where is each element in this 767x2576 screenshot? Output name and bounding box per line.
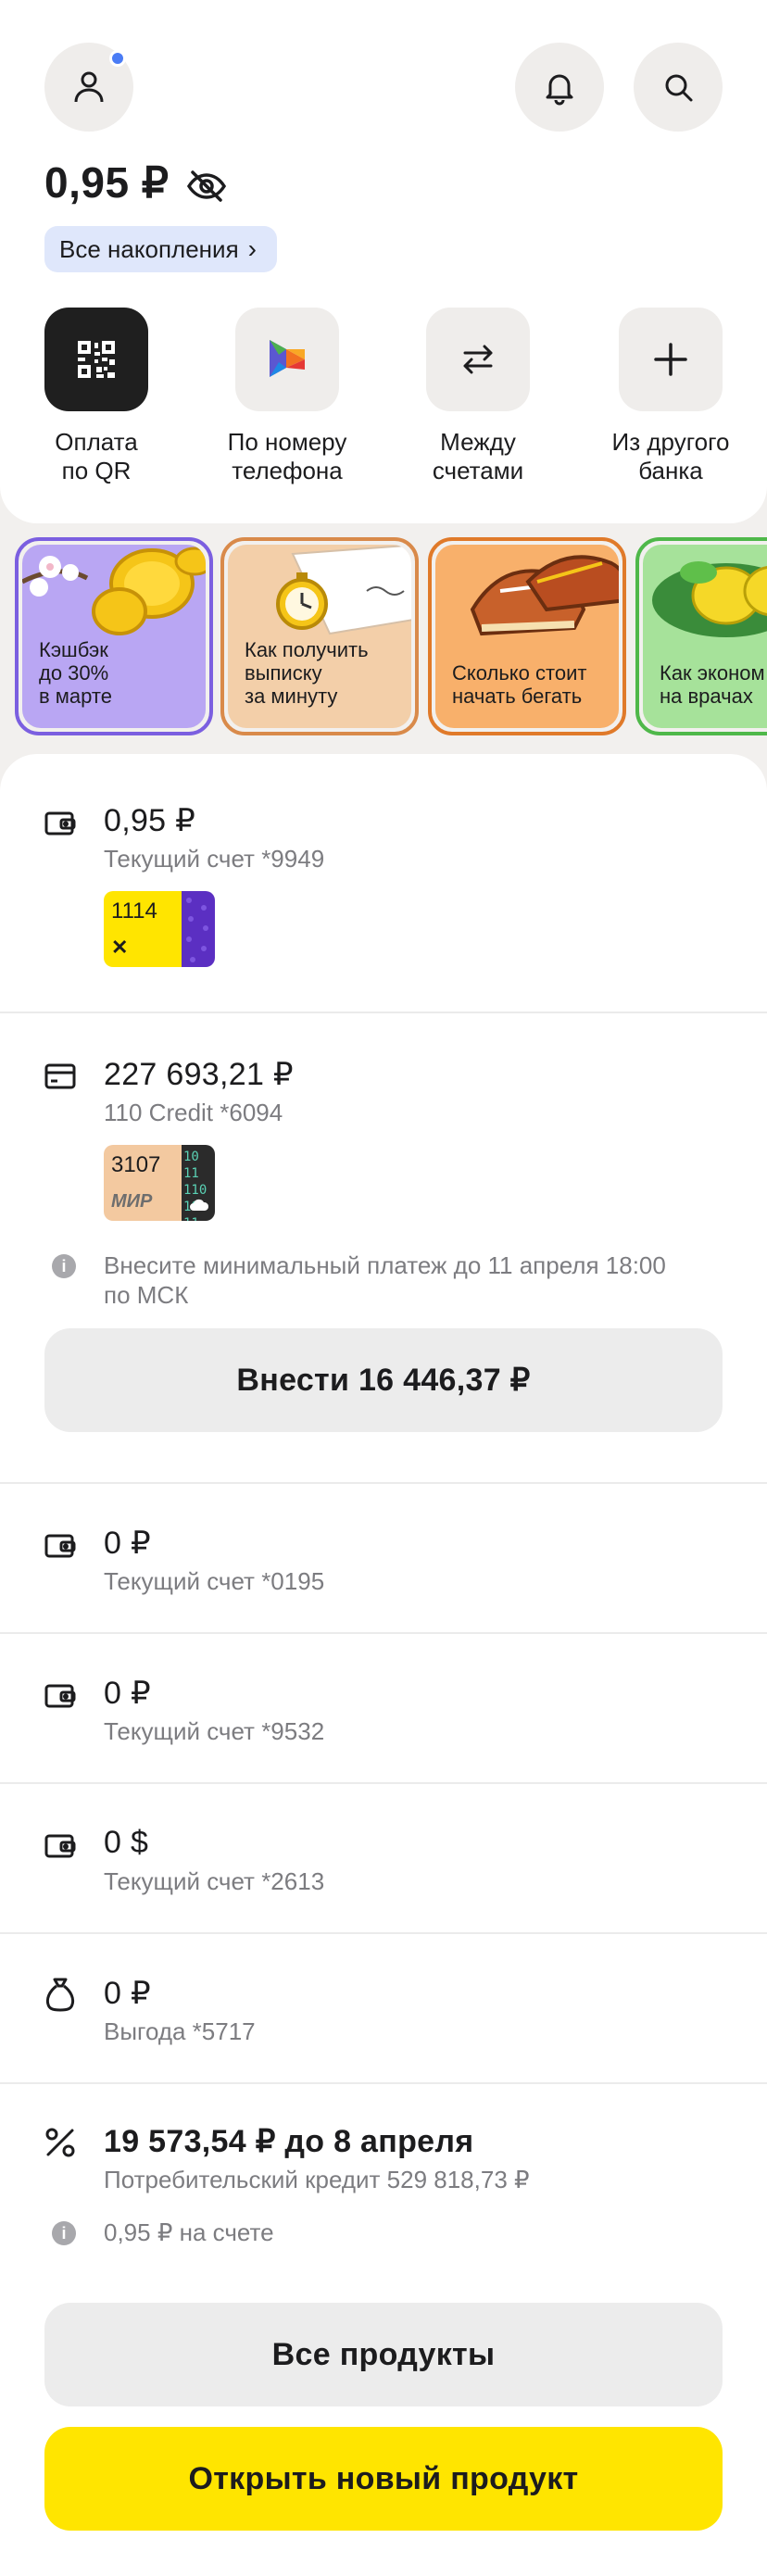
pay-by-qr-label: Оплата по QR: [55, 428, 138, 484]
credit-card-icon: [44, 1063, 76, 1089]
notifications-button[interactable]: [515, 43, 604, 132]
stories-carousel: Кэшбэк до 30% в марте Как получить выпис…: [0, 537, 767, 739]
notification-dot: [109, 50, 126, 67]
qr-code-icon: [78, 341, 115, 378]
account-amount: 0,95 ₽: [104, 803, 196, 838]
eye-hidden-icon[interactable]: [185, 165, 228, 207]
wallet-icon: [44, 1534, 76, 1558]
loan-balance-text: 0,95 ₽ на счете: [104, 2218, 274, 2246]
cloud-icon: [190, 1199, 209, 1211]
chevron-right-icon: ›: [247, 234, 257, 263]
from-other-bank-action[interactable]: Из другого банка: [578, 308, 763, 485]
mir-logo: МИР: [111, 1191, 153, 1212]
divider: [0, 2082, 767, 2084]
story-cashback-title: Кэшбэк до 30% в марте: [39, 638, 112, 708]
total-balance: 0,95 ₽: [44, 158, 170, 207]
min-payment-text: Внесите минимальный платеж до 11 апреля …: [104, 1251, 666, 1309]
by-phone-label: По номеру телефона: [227, 428, 347, 484]
benefit-row-5717[interactable]: 0 ₽ Выгода *5717: [0, 1971, 767, 2092]
story-doctors-title: Как эконом на врачах: [660, 661, 765, 708]
plus-icon: [654, 343, 687, 376]
divider: [0, 1782, 767, 1784]
story-running-title: Сколько стоит начать бегать: [452, 661, 587, 708]
info-icon: i: [52, 2221, 76, 2245]
all-products-button[interactable]: Все продукты: [44, 2303, 723, 2406]
credit-card-row-6094[interactable]: 227 693,21 ₽ 110 Credit *6094 10 11 110 …: [0, 1052, 767, 1256]
qr-tile[interactable]: [44, 308, 148, 411]
card-last-digits: 3107: [111, 1152, 161, 1177]
story-cashback[interactable]: Кэшбэк до 30% в марте: [15, 537, 213, 735]
accounts-card: 0,95 ₽ Текущий счет *9949 1114 ✕ 227 693…: [0, 754, 767, 2576]
all-savings-chip[interactable]: Все накопления ›: [44, 226, 277, 272]
user-icon: [74, 71, 104, 103]
loan-row[interactable]: 19 573,54 ₽ до 8 апреля Потребительский …: [0, 2121, 767, 2223]
card-brand-icon: ✕: [111, 936, 129, 959]
loan-payment: 19 573,54 ₽ до 8 апреля: [104, 2124, 474, 2159]
divider: [0, 1482, 767, 1484]
benefit-amount: 0 ₽: [104, 1976, 151, 2011]
search-button[interactable]: [634, 43, 723, 132]
pay-credit-button[interactable]: Внести 16 446,37 ₽: [44, 1328, 723, 1432]
open-new-product-button[interactable]: Открыть новый продукт: [44, 2427, 723, 2531]
between-accounts-action[interactable]: Между счетами: [385, 308, 571, 485]
money-bag-icon: [45, 1978, 75, 2012]
pattern-icon: [186, 898, 208, 962]
card-pattern: [182, 891, 215, 967]
wallet-icon: [44, 811, 76, 836]
account-amount: 0 ₽: [104, 1676, 151, 1711]
account-amount: 0 $: [104, 1825, 149, 1860]
card-last-digits: 1114: [111, 898, 157, 924]
loan-name: Потребительский кредит 529 818,73 ₽: [104, 2166, 530, 2193]
quick-actions: Оплата по QR По номеру телефона Между сч…: [0, 308, 767, 493]
plus-tile[interactable]: [619, 308, 723, 411]
divider: [0, 1012, 767, 1013]
card-thumbnail-1114[interactable]: 1114 ✕: [104, 891, 215, 967]
search-icon: [665, 74, 693, 102]
credit-amount: 227 693,21 ₽: [104, 1057, 294, 1092]
account-row-9532[interactable]: 0 ₽ Текущий счет *9532: [0, 1671, 767, 1791]
top-card: 0,95 ₽ Все накопления › Оплата по QR По …: [0, 0, 767, 523]
story-statement-title: Как получить выписку за минуту: [245, 638, 369, 708]
pay-by-qr-action[interactable]: Оплата по QR: [4, 308, 189, 485]
from-other-bank-label: Из другого банка: [611, 428, 730, 484]
story-doctors[interactable]: Как эконом на врачах: [635, 537, 767, 735]
benefit-name: Выгода *5717: [104, 2017, 256, 2045]
all-savings-label: Все накопления: [59, 234, 239, 263]
info-icon: i: [52, 1254, 76, 1278]
account-name: Текущий счет *9949: [104, 845, 325, 873]
sbp-tile[interactable]: [235, 308, 339, 411]
account-row-0195[interactable]: 0 ₽ Текущий счет *0195: [0, 1521, 767, 1641]
card-thumbnail-3107[interactable]: 10 11 110 10 11 3107 МИР: [104, 1145, 215, 1221]
account-row-9949[interactable]: 0,95 ₽ Текущий счет *9949 1114 ✕: [0, 798, 767, 984]
divider: [0, 1932, 767, 1934]
transfer-arrows-icon: [463, 345, 493, 374]
sbp-icon: [270, 340, 305, 377]
by-phone-action[interactable]: По номеру телефона: [195, 308, 380, 485]
story-running[interactable]: Сколько стоит начать бегать: [428, 537, 626, 735]
account-name: Текущий счет *0195: [104, 1567, 325, 1595]
percent-icon: [45, 2128, 75, 2157]
account-row-2613[interactable]: 0 $ Текущий счет *2613: [0, 1821, 767, 1941]
wallet-icon: [44, 1684, 76, 1708]
account-name: Текущий счет *9532: [104, 1717, 325, 1745]
between-accounts-label: Между счетами: [432, 428, 524, 484]
account-amount: 0 ₽: [104, 1526, 151, 1561]
wallet-icon: [44, 1834, 76, 1858]
bell-icon: [546, 74, 573, 106]
transfer-tile[interactable]: [426, 308, 530, 411]
account-name: Текущий счет *2613: [104, 1867, 325, 1895]
credit-name: 110 Credit *6094: [104, 1099, 283, 1126]
divider: [0, 1632, 767, 1634]
story-statement[interactable]: Как получить выписку за минуту: [220, 537, 419, 735]
